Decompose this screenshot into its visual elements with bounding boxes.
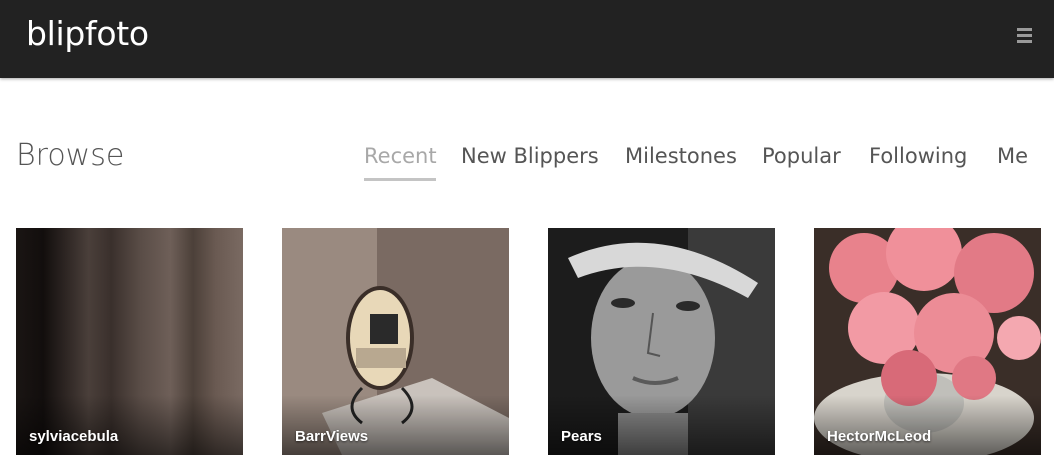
- menu-bar-line: [1017, 28, 1032, 31]
- photo-card[interactable]: sylviacebula: [16, 228, 243, 455]
- tab-following[interactable]: Following: [869, 144, 967, 168]
- photo-card[interactable]: Pears: [548, 228, 775, 455]
- caption-shade: [548, 395, 775, 455]
- caption-shade: [814, 395, 1041, 455]
- photo-username[interactable]: sylviacebula: [29, 428, 118, 445]
- tab-recent[interactable]: Recent: [364, 144, 437, 168]
- active-tab-indicator: [364, 178, 436, 181]
- blipfoto-logo[interactable]: blipfoto: [26, 14, 149, 53]
- photo-card[interactable]: HectorMcLeod: [814, 228, 1041, 455]
- photo-username[interactable]: BarrViews: [295, 428, 368, 445]
- tab-milestones[interactable]: Milestones: [625, 144, 737, 168]
- photo-card[interactable]: BarrViews: [282, 228, 509, 455]
- tab-new-blippers[interactable]: New Blippers: [461, 144, 599, 168]
- photo-username[interactable]: Pears: [561, 428, 602, 445]
- photo-username[interactable]: HectorMcLeod: [827, 428, 931, 445]
- caption-shade: [16, 395, 243, 455]
- caption-shade: [282, 395, 509, 455]
- menu-bar-line: [1017, 40, 1032, 43]
- page-title: Browse: [16, 138, 125, 173]
- top-bar: blipfoto: [0, 0, 1054, 78]
- tab-me[interactable]: Me: [997, 144, 1028, 168]
- hamburger-menu-icon[interactable]: [1017, 28, 1032, 44]
- menu-bar-line: [1017, 34, 1032, 37]
- tab-popular[interactable]: Popular: [762, 144, 841, 168]
